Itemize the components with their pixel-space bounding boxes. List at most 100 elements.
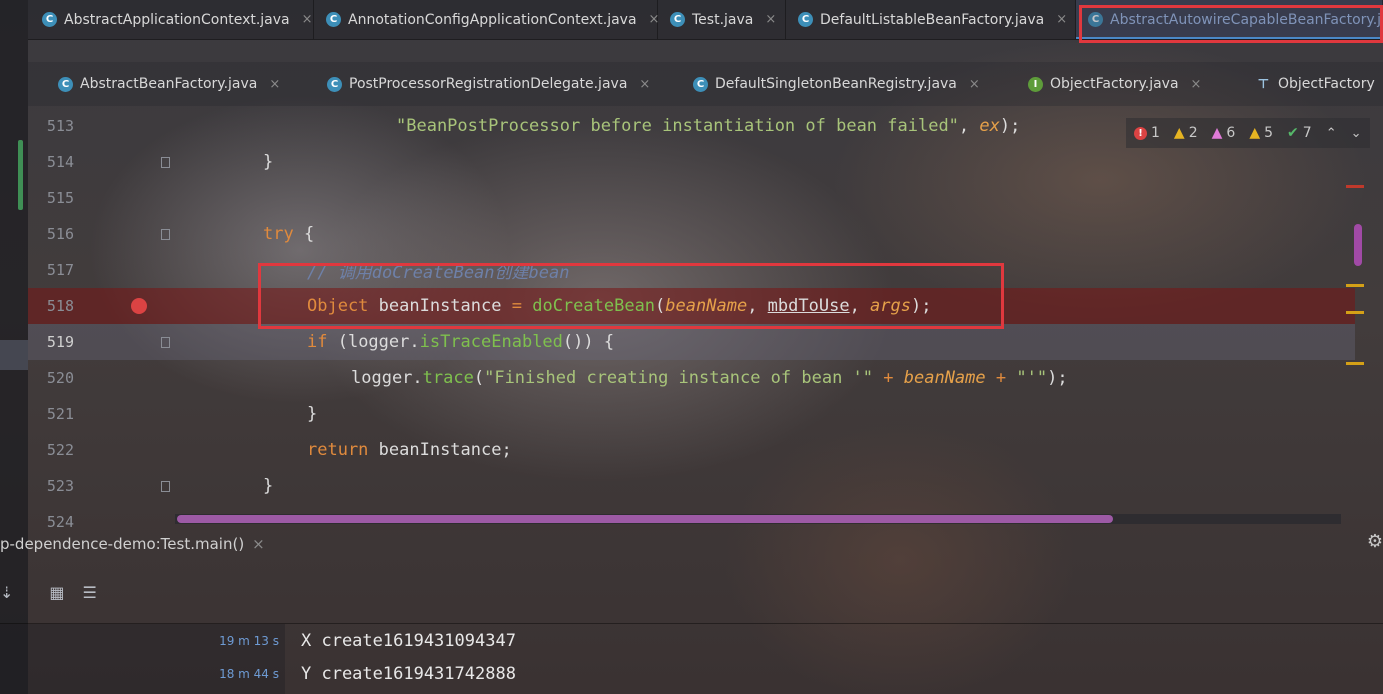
run-tool-bar: p-dependence-demo:Test.main() × [0,528,1383,560]
fold-marker-icon[interactable] [161,228,170,240]
chevron-down-icon[interactable]: ⌄ [1351,126,1362,141]
close-icon[interactable]: × [969,77,980,92]
weak-warning-icon: ▲ [1211,125,1223,141]
output-row: 18 m 44 s Y create1619431742888 [0,658,1383,690]
close-icon[interactable]: × [302,12,313,27]
warning-count[interactable]: ▲ 2 [1174,125,1198,141]
tab-test[interactable]: C Test.java × [658,0,786,39]
output-text: Y create1619431742888 [301,664,516,684]
weak-warning-count[interactable]: ▲ 6 [1212,125,1236,141]
line-number: 521 [46,405,74,423]
tab-abstract-bean-factory[interactable]: C AbstractBeanFactory.java × [46,62,308,106]
code-line-caret: 519 if (logger.isTraceEnabled()) { [28,324,1355,360]
line-number: 520 [46,369,74,387]
code-line: 520 logger.trace("Finished creating inst… [28,360,1355,396]
error-count[interactable]: ! 1 [1134,125,1160,141]
fold-marker-icon[interactable] [161,480,170,492]
elapsed-time: 18 m 44 s [219,667,279,681]
vcs-change-marker [18,140,23,210]
tab-post-processor-registration-delegate[interactable]: C PostProcessorRegistrationDelegate.java… [315,62,665,106]
tab-label: ObjectFactory.java [1050,76,1179,92]
code-text: "BeanPostProcessor before instantiation … [396,116,1021,136]
filter-icon[interactable]: ⇣ [0,583,13,602]
output-text: X create1619431094347 [301,631,516,651]
class-icon: C [670,12,685,27]
warning-stripe-mark[interactable] [1346,284,1364,287]
code-text: } [263,476,274,496]
left-strip-selection [0,340,28,370]
settings-list-icon[interactable]: ☰ [83,583,97,602]
code-line: 521 } [28,396,1355,432]
line-number: 516 [46,225,74,243]
tab-default-singleton-bean-registry[interactable]: C DefaultSingletonBeanRegistry.java × [681,62,1001,106]
class-icon: C [326,12,341,27]
code-line: 516 try { [28,216,1355,252]
code-line: 514 } [28,144,1355,180]
line-number: 515 [46,189,74,207]
tab-annotation-config-application-context[interactable]: C AnnotationConfigApplicationContext.jav… [314,0,659,39]
line-number: 513 [46,117,74,135]
line-number: 524 [46,513,74,528]
warning-stripe-mark[interactable] [1346,362,1364,365]
chevron-up-icon[interactable]: ⌃ [1326,126,1337,141]
code-highlight-box [258,263,1004,329]
inspection-widget[interactable]: ! 1 ▲ 2 ▲ 6 ▲ 5 ✔ 7 ⌃ ⌄ [1126,118,1370,148]
code-text: if (logger.isTraceEnabled()) { [307,332,615,352]
warning-stripe-mark[interactable] [1346,311,1364,314]
tab-label: ObjectFactory [1278,76,1375,92]
tab-object-factory-java[interactable]: I ObjectFactory.java × [1016,62,1244,106]
tab-label: AbstractBeanFactory.java [80,76,258,92]
class-icon: C [693,76,708,92]
code-line: 522 return beanInstance; [28,432,1355,468]
elapsed-time: 19 m 13 s [219,634,279,648]
close-icon[interactable]: × [765,12,776,27]
line-number: 522 [46,441,74,459]
close-icon[interactable]: × [1191,77,1202,92]
ok-count[interactable]: ✔ 7 [1287,125,1312,141]
breakpoint-icon[interactable] [131,298,147,314]
line-number: 518 [46,297,74,315]
fold-marker-icon[interactable] [161,156,170,168]
class-icon: C [798,12,813,27]
run-tab[interactable]: p-dependence-demo:Test.main() [0,535,244,553]
vertical-scrollbar-thumb[interactable] [1354,224,1362,266]
line-number: 523 [46,477,74,495]
structure-icon: ⊤ [1257,76,1270,92]
check-icon: ✔ [1287,125,1299,141]
close-icon[interactable]: × [639,77,650,92]
run-panel-toolbar: ⇣ ▦ ☰ [0,578,97,606]
class-icon: C [327,76,342,92]
error-icon: ! [1134,126,1147,140]
code-text: try { [263,224,315,244]
tab-abstract-application-context[interactable]: C AbstractApplicationContext.java × [30,0,314,39]
code-text: } [263,152,274,172]
line-number: 517 [46,261,74,279]
gear-icon[interactable]: ⚙ [1367,531,1383,552]
active-tab-highlight-box [1079,5,1383,43]
close-icon[interactable]: × [269,77,280,92]
table-icon[interactable]: ▦ [49,583,64,602]
code-text: } [307,404,318,424]
fold-marker-icon[interactable] [161,336,170,348]
tab-object-factory-structure[interactable]: ⊤ ObjectFactory [1244,62,1383,106]
code-text: return beanInstance; [307,440,512,460]
class-icon: C [58,76,73,92]
editor-tabs-row-2: C AbstractBeanFactory.java × C PostProce… [28,62,1383,106]
error-stripe-mark[interactable] [1346,185,1364,188]
code-text: logger.trace("Finished creating instance… [351,368,1068,388]
interface-icon: I [1028,76,1043,92]
typo-icon: ▲ [1249,125,1261,141]
line-number: 519 [46,333,74,351]
warning-icon: ▲ [1173,125,1185,141]
line-number: 514 [46,153,74,171]
output-row: 19 m 13 s X create1619431094347 [0,625,1383,657]
close-icon[interactable]: × [1056,12,1067,27]
tab-label: AnnotationConfigApplicationContext.java [348,11,637,28]
tab-default-listable-bean-factory[interactable]: C DefaultListableBeanFactory.java × [786,0,1076,39]
tab-label: DefaultListableBeanFactory.java [820,11,1045,28]
horizontal-scrollbar-thumb[interactable] [177,515,1113,523]
typo-count[interactable]: ▲ 5 [1249,125,1273,141]
close-icon[interactable]: × [252,535,265,553]
tab-label: PostProcessorRegistrationDelegate.java [349,76,628,92]
class-icon: C [42,12,57,27]
